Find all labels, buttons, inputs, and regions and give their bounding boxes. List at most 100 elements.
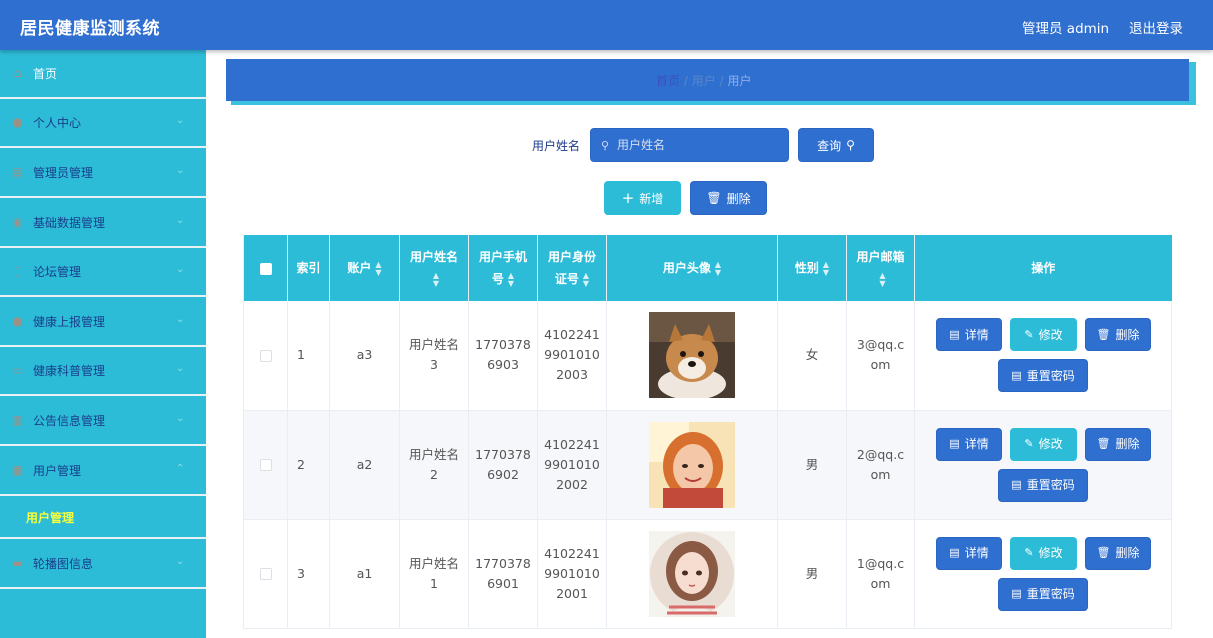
document-icon: ▤ — [949, 327, 960, 341]
sidebar-item-notices[interactable]: ▥ 公告信息管理 ⌄ — [0, 397, 206, 446]
select-all-cell[interactable] — [243, 235, 288, 301]
sidebar-item-carousel[interactable]: ▬ 轮播图信息 ⌄ — [0, 540, 206, 589]
col-email[interactable]: 用户邮箱 ▲ ▼ — [846, 235, 915, 301]
sort-icon[interactable]: ▲ ▼ — [583, 271, 589, 288]
row-select-cell[interactable] — [243, 410, 288, 520]
avatar-illustration[interactable] — [649, 530, 735, 617]
row-delete-button[interactable]: 🗑 删除 — [1085, 427, 1151, 461]
sort-icon[interactable]: ▲ ▼ — [508, 271, 514, 288]
detail-button[interactable]: ▤ 详情 — [936, 318, 1002, 352]
select-all-checkbox[interactable] — [259, 262, 272, 275]
cell-idcard: 4102241 9901010 2002 — [537, 410, 607, 520]
reset-label: 重置密码 — [1026, 478, 1075, 492]
cell-email-line: om — [870, 357, 891, 373]
cell-email: 2@qq.c om — [846, 410, 915, 520]
chevron-down-icon: ⌄ — [176, 264, 185, 275]
search-input[interactable] — [617, 135, 777, 155]
row-delete-button[interactable]: 🗑 删除 — [1085, 536, 1151, 570]
col-ops-label: 操作 — [1031, 261, 1056, 275]
sidebar-item-label: 论坛管理 — [33, 265, 82, 279]
reset-password-button[interactable]: ▤ 重置密码 — [998, 468, 1088, 502]
document-icon: ▤ — [949, 437, 960, 450]
breadcrumb-separator: / — [719, 74, 724, 88]
edit-label: 修改 — [1038, 437, 1063, 451]
pencil-icon: ✎ — [1024, 546, 1034, 559]
col-name[interactable]: 用户姓名 ▲ ▼ — [399, 235, 469, 301]
row-checkbox[interactable] — [259, 349, 272, 362]
avatar-dog[interactable] — [649, 312, 735, 399]
app-title: 居民健康监测系统 — [20, 19, 160, 39]
edit-button[interactable]: ✎ 修改 — [1010, 427, 1077, 461]
users-table: 索引 账户 ▲ ▼ 用户姓名 ▲ ▼ 用户手机号 ▲ ▼ 用户身份 证号 ▲ ▼ 用户头像 ▲ ▼ 性… — [243, 235, 1172, 629]
breadcrumb-home[interactable]: 首页 — [656, 74, 680, 88]
col-idcard[interactable]: 用户身份 证号 ▲ ▼ — [537, 235, 607, 301]
sidebar-item-users[interactable]: ▦ 用户管理 ⌃ — [0, 447, 206, 496]
detail-button[interactable]: ▤ 详情 — [936, 427, 1002, 461]
cell-id-line: 9901010 — [544, 347, 600, 363]
cell-phone-line: 1770378 — [475, 446, 531, 462]
sidebar-item-label: 个人中心 — [33, 116, 82, 130]
col-avatar[interactable]: 用户头像 ▲ ▼ — [606, 235, 778, 301]
row-delete-button[interactable]: 🗑 删除 — [1085, 318, 1151, 352]
sidebar-item-label: 首页 — [33, 67, 58, 81]
sort-icon[interactable]: ▲ ▼ — [823, 260, 829, 277]
sidebar-subitem-user-management[interactable]: 用户管理 — [0, 496, 206, 539]
logout-link[interactable]: 退出登录 — [1129, 17, 1183, 37]
reset-password-button[interactable]: ▤ 重置密码 — [998, 577, 1088, 611]
sidebar-item-forum[interactable]: ▯ 论坛管理 ⌄ — [0, 248, 206, 297]
search-icon: ⚲ — [846, 138, 855, 152]
cell-account: a2 — [329, 410, 400, 520]
avatar-girl-photo[interactable] — [649, 421, 735, 508]
sort-icon[interactable]: ▲ ▼ — [433, 271, 439, 288]
cell-account: a1 — [329, 519, 400, 629]
delete-label: 删除 — [1115, 546, 1140, 560]
cell-name-line: 3 — [430, 357, 438, 373]
detail-button[interactable]: ▤ 详情 — [936, 536, 1002, 570]
edit-button[interactable]: ✎ 修改 — [1010, 318, 1077, 352]
search-field[interactable]: ⚲ — [590, 128, 789, 162]
sort-icon[interactable]: ▲ ▼ — [375, 260, 381, 277]
search-icon: ⚲ — [601, 139, 610, 152]
sidebar-item-base-data[interactable]: ◉ 基础数据管理 ⌄ — [0, 199, 206, 248]
sort-icon[interactable]: ▲ ▼ — [879, 271, 885, 288]
sidebar-subitem-label: 用户管理 — [26, 511, 75, 525]
cell-name: 用户姓名 2 — [399, 410, 469, 520]
cell-phone-line: 1770378 — [475, 555, 531, 571]
breadcrumb-mid: 用户 — [691, 74, 716, 88]
col-account[interactable]: 账户 ▲ ▼ — [329, 235, 400, 301]
col-phone-label: 用户手机 — [478, 250, 527, 264]
user-icon: ● — [12, 115, 23, 129]
row-select-cell[interactable] — [243, 301, 288, 411]
cell-avatar — [606, 410, 778, 520]
delete-button-label: 删除 — [726, 191, 751, 206]
science-icon: ▭ — [11, 363, 24, 377]
cell-name: 用户姓名 1 — [399, 519, 469, 629]
sidebar-item-profile[interactable]: ● 个人中心 ⌄ — [0, 99, 206, 148]
cell-id-line: 9901010 — [544, 456, 600, 472]
col-idcard-label: 用户身份 — [547, 250, 596, 264]
admin-label: 管理员 admin — [1022, 21, 1110, 37]
delete-button[interactable]: 🗑 删除 — [690, 181, 767, 215]
row-select-cell[interactable] — [243, 519, 288, 629]
sidebar-item-health-report[interactable]: ● 健康上报管理 ⌄ — [0, 298, 206, 347]
cell-id-line: 4102241 — [544, 436, 600, 452]
row-checkbox[interactable] — [259, 568, 272, 580]
sidebar-item-admins[interactable]: ▤ 管理员管理 ⌄ — [0, 149, 206, 198]
cell-avatar — [606, 301, 778, 411]
col-gender[interactable]: 性别 ▲ ▼ — [777, 235, 847, 301]
sidebar-item-home[interactable]: ⌂ 首页 — [0, 50, 206, 99]
chevron-down-icon: ⌄ — [176, 115, 185, 126]
col-email-label: 用户邮箱 — [856, 250, 905, 264]
add-button[interactable]: + 新增 — [604, 181, 681, 215]
reset-password-button[interactable]: ▤ 重置密码 — [998, 359, 1088, 393]
query-button[interactable]: 查询 ⚲ — [798, 128, 874, 162]
top-header: 居民健康监测系统 管理员 admin 退出登录 — [0, 0, 1213, 50]
breadcrumb-current: 用户 — [727, 74, 752, 88]
sort-icon[interactable]: ▲ ▼ — [715, 260, 721, 277]
table-row: 3 a1 用户姓名 1 1770378 6901 4102241 9901010 200… — [243, 519, 1172, 629]
col-phone[interactable]: 用户手机号 ▲ ▼ — [468, 235, 538, 301]
sidebar-item-health-science[interactable]: ▭ 健康科普管理 ⌄ — [0, 347, 206, 396]
query-button-label: 查询 — [817, 138, 842, 153]
edit-button[interactable]: ✎ 修改 — [1010, 536, 1077, 570]
row-checkbox[interactable] — [259, 459, 272, 471]
